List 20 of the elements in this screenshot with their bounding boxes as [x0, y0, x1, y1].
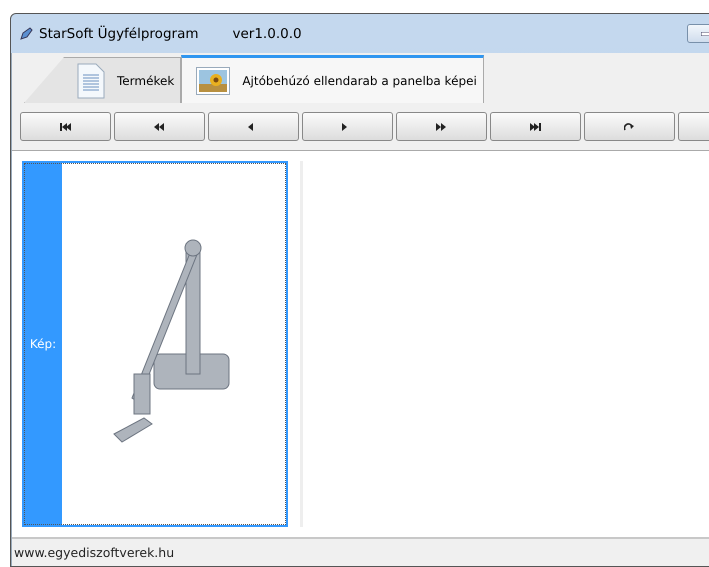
rewind-button[interactable]	[114, 112, 205, 141]
forward-button[interactable]	[396, 112, 487, 141]
version-label: ver1.0.0.0	[232, 26, 302, 42]
tab[interactable]: Termékek	[24, 57, 182, 103]
rewind-icon	[154, 122, 165, 130]
pen-icon	[19, 26, 33, 40]
window-title: StarSoft Ügyfélprogram	[39, 26, 198, 42]
picture-label: Kép:	[24, 163, 62, 525]
tab[interactable]: Ajtóbehúzó ellendarab a panelba képei	[181, 55, 484, 103]
sunflower-picture-icon	[196, 66, 230, 94]
first-button[interactable]	[20, 112, 111, 141]
refresh-button[interactable]	[584, 112, 675, 141]
last-button[interactable]	[490, 112, 581, 141]
first-icon	[60, 122, 71, 130]
last-icon	[530, 122, 541, 130]
next-button[interactable]	[302, 112, 393, 141]
document-icon	[77, 62, 105, 98]
forward-icon	[436, 122, 447, 130]
refresh-icon	[624, 122, 635, 130]
previous-button[interactable]	[208, 112, 299, 141]
